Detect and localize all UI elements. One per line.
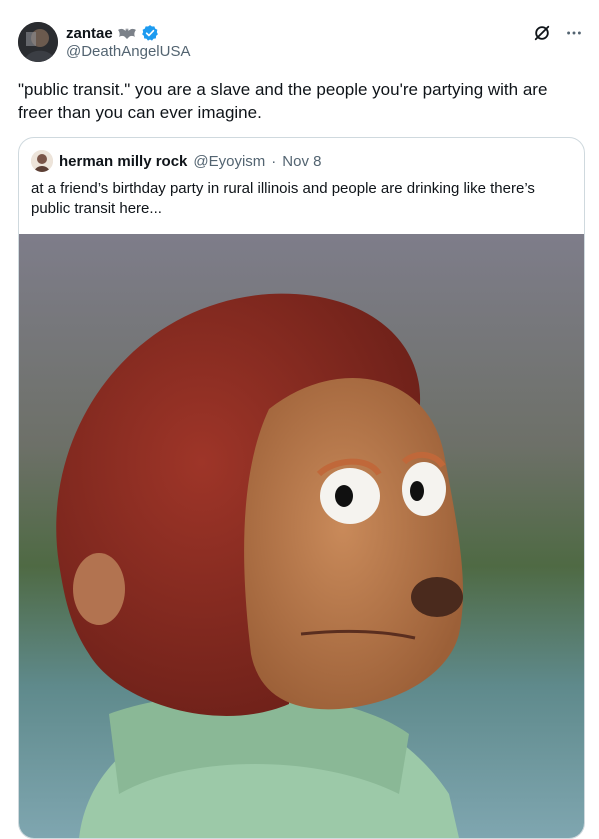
quoted-date[interactable]: Nov 8	[282, 153, 321, 170]
quoted-author-avatar[interactable]	[31, 150, 53, 172]
grok-icon[interactable]	[533, 24, 551, 42]
quoted-display-name[interactable]: herman milly rock	[59, 153, 187, 170]
author-avatar[interactable]	[18, 22, 58, 62]
quoted-tweet[interactable]: herman milly rock @Eyoyism · Nov 8 at a …	[18, 137, 585, 839]
tweet-actions-top	[533, 24, 583, 42]
meta-separator: ·	[271, 152, 277, 170]
quoted-media-image[interactable]	[19, 234, 584, 838]
author-display-name[interactable]: zantae	[66, 25, 113, 42]
bat-emoji-icon	[117, 27, 137, 39]
author-name-row: zantae	[66, 23, 159, 43]
quoted-handle[interactable]: @Eyoyism	[193, 153, 265, 170]
quoted-text: at a friend’s birthday party in rural il…	[31, 180, 535, 217]
author-handle[interactable]: @DeathAngelUSA	[66, 43, 190, 60]
quoted-tweet-header: herman milly rock @Eyoyism · Nov 8	[31, 150, 321, 172]
tweet-text: "public transit." you are a slave and th…	[18, 80, 548, 122]
more-icon[interactable]	[565, 24, 583, 42]
tweet: zantae @DeathAngelUSA "public transit." …	[0, 0, 599, 839]
verified-badge-icon[interactable]	[141, 24, 159, 42]
